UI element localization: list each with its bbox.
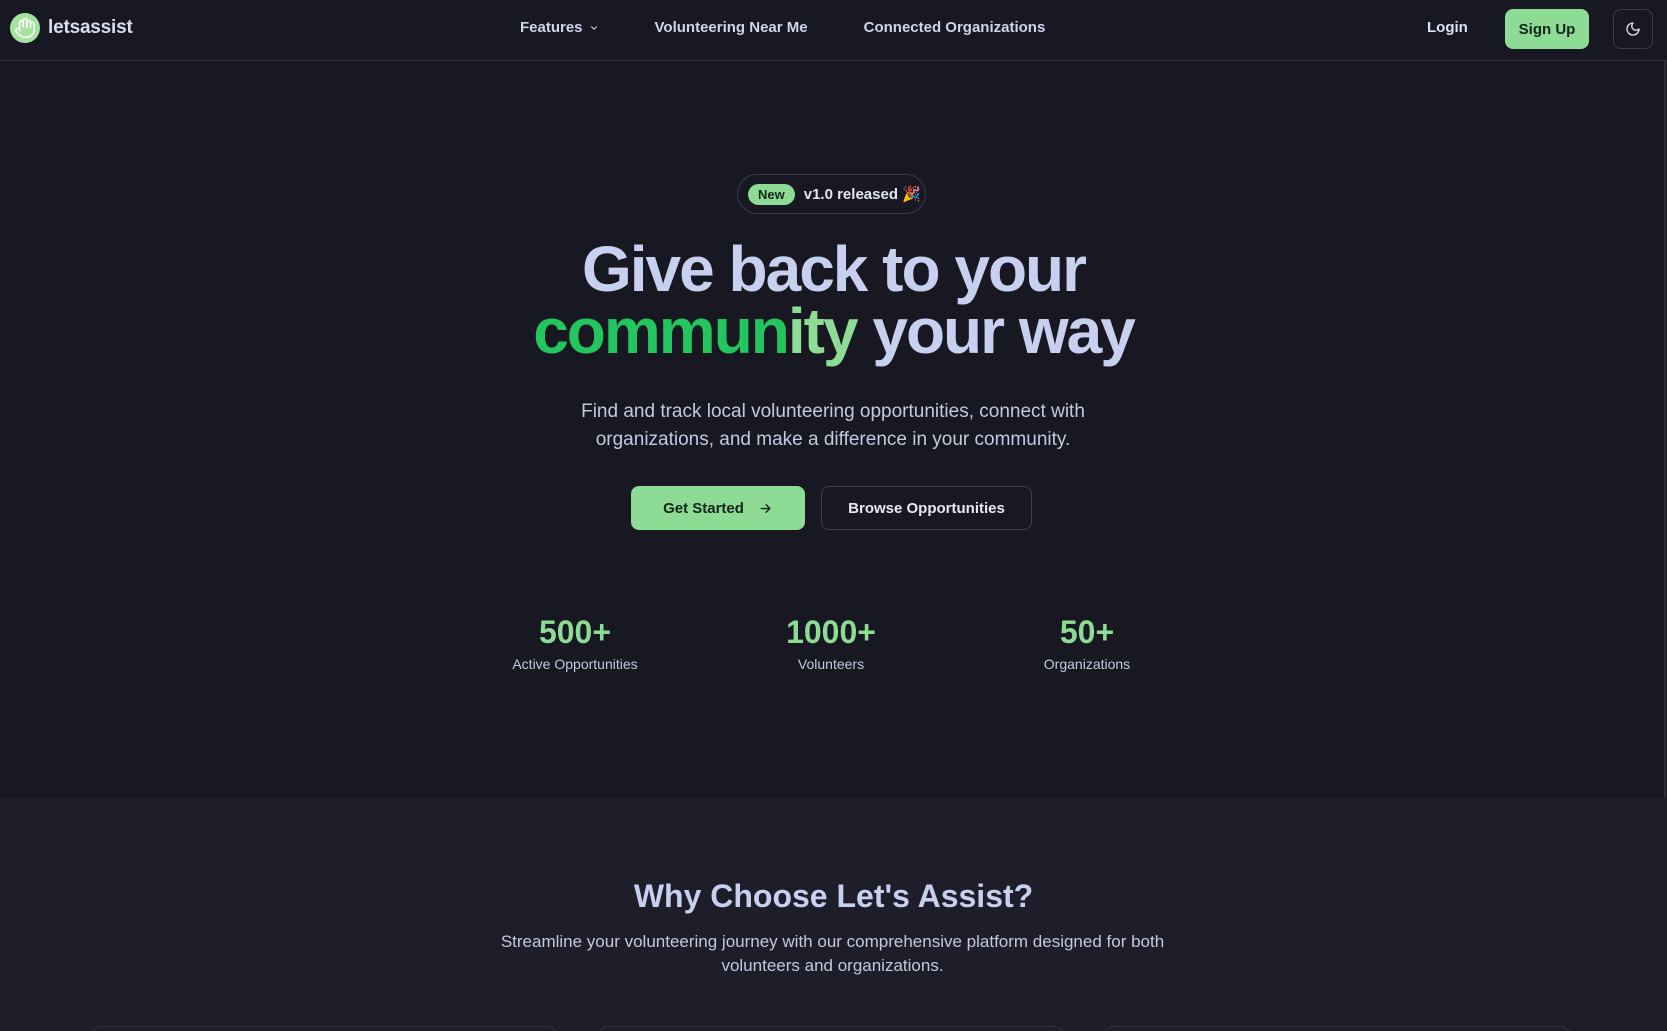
- release-badge[interactable]: New v1.0 released 🎉: [737, 174, 926, 214]
- hero-title: Give back to your community your way: [0, 237, 1667, 363]
- why-choose-section: Why Choose Let's Assist? Streamline your…: [0, 798, 1667, 1031]
- why-subtitle: Streamline your volunteering journey wit…: [500, 932, 1165, 975]
- nav-connected-organizations[interactable]: Connected Organizations: [864, 19, 1046, 36]
- get-started-button[interactable]: Get Started: [631, 486, 805, 530]
- feature-card: [88, 1026, 560, 1031]
- feature-card: [595, 1026, 1067, 1031]
- nav-features-dropdown[interactable]: Features: [520, 19, 599, 36]
- browse-opportunities-button[interactable]: Browse Opportunities: [821, 486, 1032, 530]
- hero-title-highlight: community: [533, 295, 859, 367]
- stat-active-opportunities: 500+ Active Opportunities: [475, 612, 675, 672]
- top-navbar: letsassist Features Volunteering Near Me…: [0, 0, 1667, 61]
- stat-volunteers: 1000+ Volunteers: [731, 612, 931, 672]
- stat-label: Volunteers: [797, 656, 865, 672]
- why-title: Why Choose Let's Assist?: [633, 878, 1034, 914]
- stat-value: 50+: [1059, 614, 1115, 650]
- hand-logo-icon: [10, 13, 40, 43]
- main-nav: Features Volunteering Near Me Connected …: [520, 19, 1045, 36]
- new-tag: New: [748, 183, 795, 205]
- release-text: v1.0 released 🎉: [803, 186, 921, 203]
- stat-organizations: 50+ Organizations: [987, 612, 1187, 672]
- get-started-label: Get Started: [663, 499, 744, 517]
- nav-features-label: Features: [520, 19, 583, 36]
- hero-title-highlight-a: commun: [533, 295, 790, 367]
- chevron-down-icon: [590, 25, 597, 30]
- page-scrollbar[interactable]: [1664, 61, 1666, 801]
- hero-subtitle: Find and track local volunteering opport…: [581, 401, 1085, 450]
- signup-button[interactable]: Sign Up: [1505, 9, 1589, 49]
- nav-volunteering-near-me[interactable]: Volunteering Near Me: [655, 19, 808, 36]
- brand-name: letsassist: [48, 17, 133, 38]
- stat-label: Active Opportunities: [512, 656, 638, 672]
- stat-label: Organizations: [1043, 656, 1131, 672]
- stat-value: 500+: [538, 614, 612, 650]
- brand-link[interactable]: letsassist: [10, 13, 133, 43]
- hero-title-line2-rest: your way: [856, 295, 1135, 367]
- login-button[interactable]: Login: [1427, 19, 1468, 36]
- arrow-right-icon: [760, 503, 771, 513]
- moon-icon: [1626, 22, 1640, 36]
- hero-title-highlight-b: ity: [787, 295, 859, 367]
- theme-toggle-button[interactable]: [1613, 9, 1653, 49]
- feature-card: [1101, 1026, 1573, 1031]
- stat-value: 1000+: [786, 614, 876, 650]
